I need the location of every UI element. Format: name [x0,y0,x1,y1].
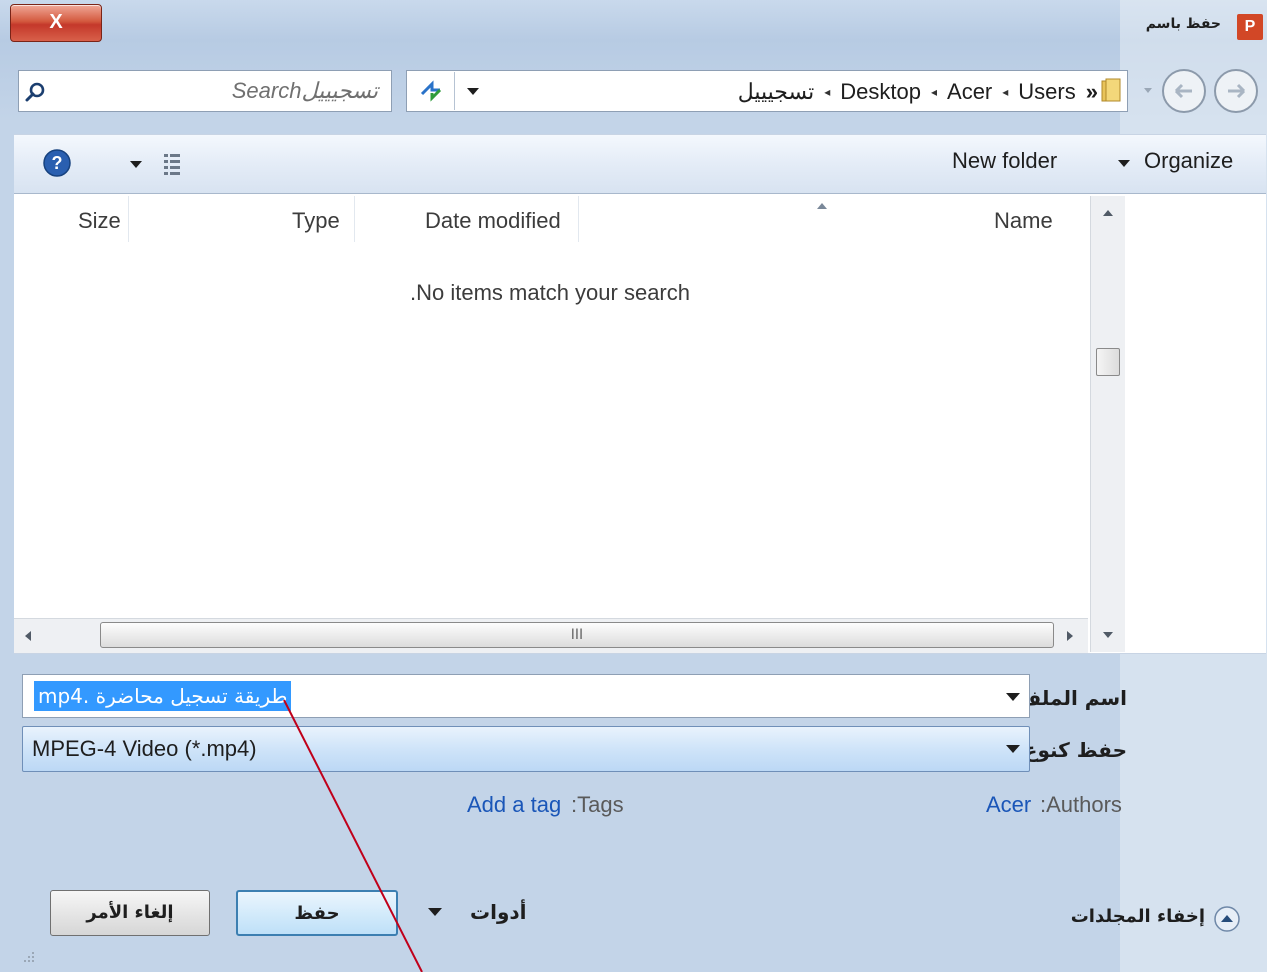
powerpoint-icon: P [1237,14,1263,40]
address-dropdown-button[interactable] [458,72,488,110]
breadcrumb-crumb-3[interactable]: Desktop [840,79,921,105]
breadcrumb-separator[interactable]: ◂ [931,85,937,99]
scroll-up-icon[interactable] [1100,204,1116,216]
column-divider[interactable] [354,196,355,242]
breadcrumb: تسجيييل ◂ Desktop ◂ Acer ◂ Users » [500,76,1098,108]
breadcrumb-separator[interactable]: ◂ [824,85,830,99]
file-list[interactable] [14,194,1266,654]
column-divider[interactable] [578,196,579,242]
resize-grip-icon[interactable] [20,948,36,964]
column-header-size[interactable]: Size [78,208,121,234]
hide-folders-icon[interactable] [1212,904,1242,934]
breadcrumb-crumb-2[interactable]: Acer [947,79,992,105]
help-icon[interactable]: ? [42,148,72,178]
refresh-button[interactable] [408,72,455,110]
column-header-type[interactable]: Type [292,208,340,234]
column-header-name[interactable]: Name [994,208,1053,234]
chevron-down-icon [467,88,479,95]
savetype-dropdown-icon[interactable] [1006,745,1020,753]
breadcrumb-separator[interactable]: ◂ [1002,85,1008,99]
vertical-scrollbar[interactable] [1090,196,1125,652]
scroll-left-icon[interactable] [22,628,34,644]
savetype-value: MPEG-4 Video (*.mp4) [32,736,257,761]
new-folder-button[interactable]: New folder [952,148,1057,174]
svg-text:?: ? [52,153,63,173]
save-button[interactable]: حفظ [236,890,398,936]
breadcrumb-crumb-1[interactable]: Users [1018,79,1075,105]
column-divider[interactable] [128,196,129,242]
breadcrumb-crumb-4[interactable]: تسجيييل [738,79,815,105]
filename-selected-text[interactable]: طريقة تسجيل محاضرة .mp4 [34,681,292,711]
tags-add-link[interactable]: Add a tag [467,792,561,818]
column-header-date-modified[interactable]: Date modified [425,208,561,234]
folder-icon [1100,78,1122,104]
tools-button[interactable]: أدوات [470,900,527,924]
scroll-right-icon[interactable] [1064,628,1076,644]
close-button[interactable]: X [10,4,102,42]
horizontal-scroll-thumb[interactable]: III [100,622,1054,648]
hide-folders-button[interactable]: إخفاء المجلدات [1071,906,1205,927]
organize-chevron-icon [1116,156,1134,170]
cancel-button[interactable]: إلغاء الأمر [50,890,210,936]
search-placeholder: Searchتسجيييل [231,78,378,103]
tools-dropdown-icon[interactable] [428,908,442,916]
savetype-label: حفظ كنوع: [1015,738,1127,762]
authors-value[interactable]: Acer [986,792,1031,818]
window-title: حفظ باسم [1145,16,1221,32]
vertical-scroll-thumb[interactable] [1096,348,1120,376]
back-forward-buttons[interactable] [1140,64,1264,118]
organize-button[interactable]: Organize [1144,148,1233,174]
sort-ascending-icon [814,196,830,209]
view-details-icon [164,154,180,175]
breadcrumb-overflow[interactable]: » [1086,79,1098,105]
filename-dropdown-icon[interactable] [1006,693,1020,701]
scroll-down-icon[interactable] [1100,626,1116,638]
tags-label: :Tags [571,792,624,817]
authors-label: :Authors [1040,792,1122,817]
search-icon [24,80,48,104]
refresh-icon [420,80,442,102]
view-options-button[interactable] [126,152,186,176]
command-bar [14,134,1266,194]
empty-list-message: .No items match your search [410,280,690,305]
